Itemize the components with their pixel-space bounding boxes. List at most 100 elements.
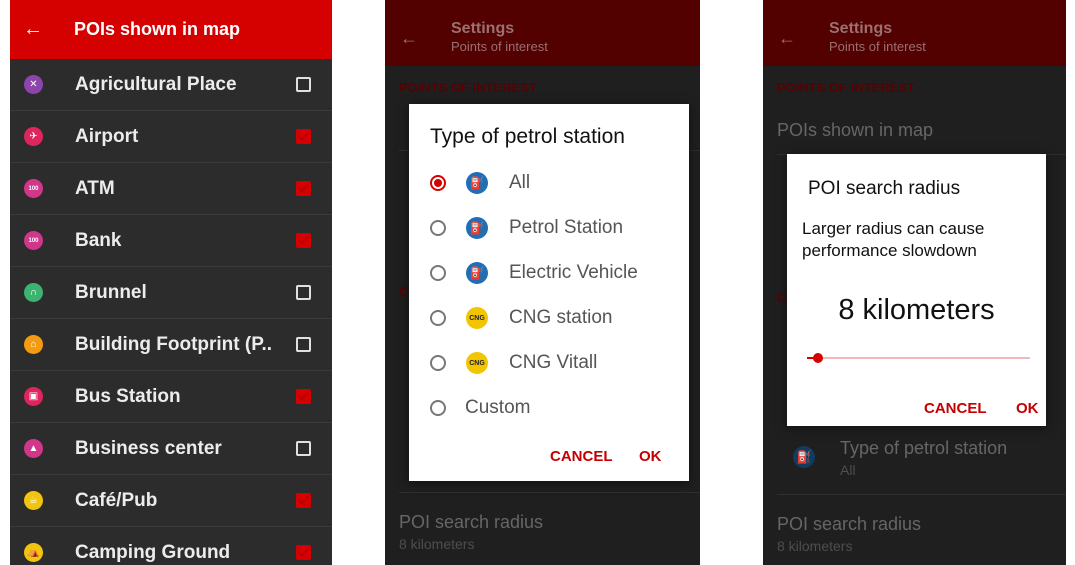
bank-icon: 100 [24, 231, 43, 250]
option-label: Petrol Station [509, 217, 624, 238]
poi-checkbox[interactable] [296, 441, 311, 456]
option-label: All [509, 172, 531, 193]
cancel-button[interactable]: CANCEL [924, 400, 987, 417]
poi-checkbox[interactable] [296, 545, 311, 560]
setting-title: POI search radius [399, 512, 544, 532]
radio-button[interactable] [430, 220, 446, 236]
petrol-option[interactable]: ⛽ All [430, 168, 530, 198]
setting-title: Type of petrol station [840, 438, 1008, 458]
poi-label: Business center [75, 437, 222, 459]
dialog-message: Larger radius can cause performance slow… [802, 219, 985, 260]
poi-radius-dialog: POI search radius Larger radius can caus… [787, 154, 1046, 426]
setting-value: 8 kilometers [399, 536, 475, 552]
poi-checkbox[interactable] [296, 233, 311, 248]
poi-list: ✕ Agricultural Place ✈ Airport 100 ATM 100 Bank… [10, 59, 332, 565]
poi-row[interactable]: ⌂ Building Footprint (P.. [10, 319, 332, 371]
petrol-option[interactable]: CNG CNG station [430, 303, 612, 333]
section-header: POINTS OF INTEREST [777, 80, 915, 95]
poi-row[interactable]: ☕ Café/Pub [10, 475, 332, 527]
petrol-option[interactable]: ⛽ Petrol Station [430, 213, 623, 243]
radius-value: 8 kilometers [838, 294, 995, 326]
poi-checkbox[interactable] [296, 285, 311, 300]
ok-button[interactable]: OK [1016, 400, 1039, 417]
radio-button[interactable] [430, 355, 446, 371]
section-header-partial: C [777, 290, 787, 305]
poi-checkbox[interactable] [296, 129, 311, 144]
poi-label: Camping Ground [75, 541, 231, 563]
radio-button[interactable] [430, 400, 446, 416]
poi-checkbox[interactable] [296, 77, 311, 92]
cancel-button[interactable]: CANCEL [550, 448, 613, 465]
poi-label: Café/Pub [75, 489, 158, 511]
back-arrow-icon[interactable]: ← [10, 18, 56, 41]
poi-checkbox[interactable] [296, 181, 311, 196]
divider [399, 492, 700, 493]
poi-row[interactable]: 100 ATM [10, 163, 332, 215]
option-label: Custom [465, 397, 531, 418]
poi-row[interactable]: ⛺ Camping Ground [10, 527, 332, 565]
poi-row[interactable]: ▣ Bus Station [10, 371, 332, 423]
poi-row[interactable]: ✕ Agricultural Place [10, 59, 332, 111]
radius-slider[interactable] [807, 353, 1030, 363]
poi-checkbox[interactable] [296, 389, 311, 404]
page-subtitle: Points of interest [451, 39, 548, 54]
poi-label: Bank [75, 229, 122, 251]
page-subtitle: Points of interest [829, 39, 926, 54]
petrol-option[interactable]: Custom [430, 393, 530, 423]
page-title: POIs shown in map [74, 19, 241, 39]
petrol-type-dialog: Type of petrol station ⛽ All ⛽ Petrol Stati… [409, 104, 689, 481]
ok-button[interactable]: OK [639, 448, 662, 465]
windmill-icon: ✕ [24, 75, 43, 94]
dialog-title: POI search radius [808, 178, 961, 199]
option-label: Electric Vehicle [509, 262, 638, 283]
option-label: CNG Vitall [509, 352, 598, 373]
poi-row[interactable]: 100 Bank [10, 215, 332, 267]
section-header-partial: C [399, 284, 409, 299]
app-bar: ← Settings Points of interest [385, 0, 700, 66]
petrol-option[interactable]: CNG CNG Vitall [430, 348, 597, 378]
setting-poi-search-radius[interactable]: POI search radius 8 kilometers [399, 512, 543, 552]
poi-list-screen: ← POIs shown in map ✕ Agricultural Place ✈… [10, 0, 332, 565]
poi-label: Brunnel [75, 281, 147, 303]
option-label: CNG station [509, 307, 613, 328]
cng-icon: CNG [466, 307, 488, 329]
slider-thumb[interactable] [813, 353, 824, 363]
setting-pois-shown[interactable]: POIs shown in map [777, 120, 933, 141]
building-icon: ⌂ [24, 335, 43, 354]
page-title: Settings [451, 20, 515, 37]
section-header: POINTS OF INTEREST [399, 80, 537, 95]
bus-icon: ▣ [24, 387, 43, 406]
divider [777, 494, 1066, 495]
fuel-icon: ⛽ [466, 172, 488, 194]
tent-icon: ⛺ [24, 543, 43, 562]
app-bar: ← Settings Points of interest [763, 0, 1066, 66]
cng-icon: CNG [466, 352, 488, 374]
poi-label: Agricultural Place [75, 73, 237, 95]
setting-value: 8 kilometers [777, 538, 853, 554]
settings-screen-radius: ← Settings Points of interest POINTS OF … [763, 0, 1066, 565]
fuel-icon: ⛽ [466, 217, 488, 239]
app-bar: ← POIs shown in map [10, 0, 332, 59]
poi-row[interactable]: ✈ Airport [10, 111, 332, 163]
poi-label: Building Footprint (P.. [75, 333, 273, 355]
radio-button[interactable] [430, 265, 446, 281]
petrol-option[interactable]: ⛽ Electric Vehicle [430, 258, 638, 288]
back-arrow-icon[interactable]: ← [385, 28, 433, 49]
dialog-title: Type of petrol station [430, 125, 625, 148]
back-arrow-icon[interactable]: ← [763, 28, 811, 49]
poi-label: Bus Station [75, 385, 181, 407]
setting-petrol-type[interactable]: ⛽ Type of petrol station All [793, 438, 1007, 478]
setting-poi-search-radius[interactable]: POI search radius 8 kilometers [777, 514, 921, 554]
ev-charger-icon: ⛽ [466, 262, 488, 284]
poi-checkbox[interactable] [296, 337, 311, 352]
poi-row[interactable]: ▲ Business center [10, 423, 332, 475]
cafe-icon: ☕ [24, 491, 43, 510]
radio-button[interactable] [430, 175, 446, 191]
poi-checkbox[interactable] [296, 493, 311, 508]
atm-icon: 100 [24, 179, 43, 198]
tunnel-icon: ∩ [24, 283, 43, 302]
poi-row[interactable]: ∩ Brunnel [10, 267, 332, 319]
poi-label: ATM [75, 177, 115, 199]
fuel-icon: ⛽ [793, 446, 815, 468]
radio-button[interactable] [430, 310, 446, 326]
